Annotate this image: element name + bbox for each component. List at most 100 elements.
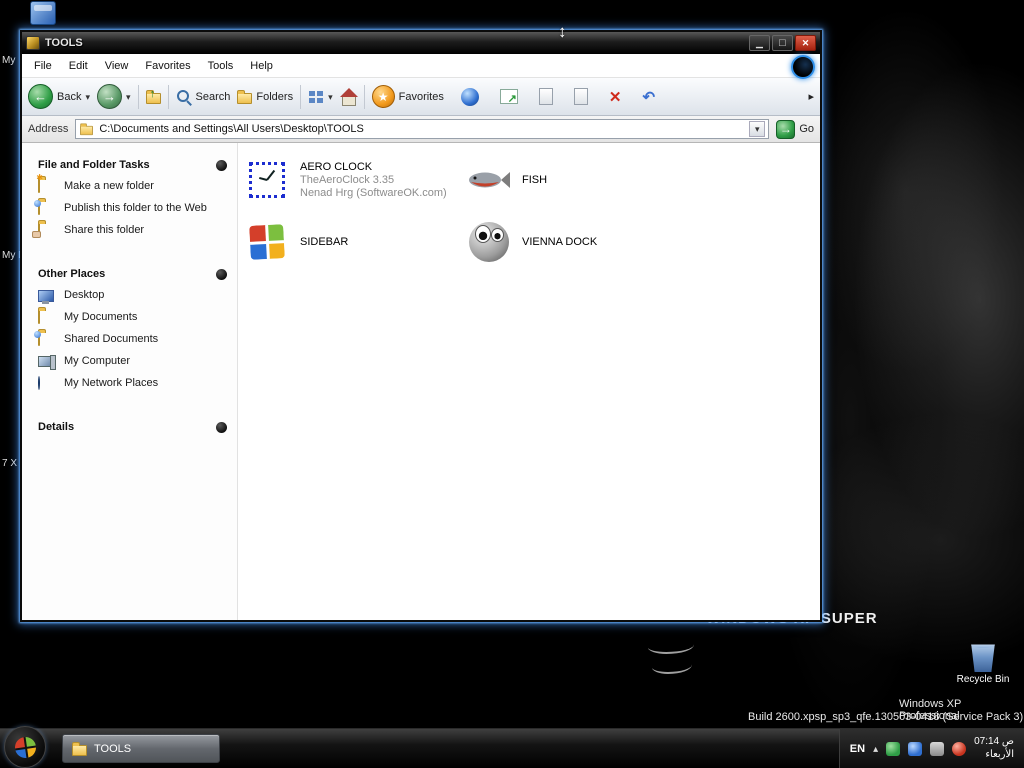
file-tasks-header[interactable]: File and Folder Tasks: [38, 159, 227, 171]
desktop-icon: [38, 289, 55, 305]
back-button[interactable]: Back: [28, 84, 90, 109]
task-share-folder[interactable]: Share this folder: [38, 223, 227, 240]
menu-help[interactable]: Help: [250, 60, 273, 72]
mouse-cursor: ↕: [558, 22, 567, 41]
shared-documents-icon: [38, 332, 40, 346]
forward-icon: [97, 84, 122, 109]
tray-volume-icon[interactable]: [930, 741, 945, 756]
menu-view[interactable]: View: [105, 60, 129, 72]
back-label: Back: [57, 90, 82, 103]
collapse-toggle-icon[interactable]: [216, 268, 227, 280]
place-desktop[interactable]: Desktop: [38, 289, 227, 305]
place-my-documents[interactable]: My Documents: [38, 310, 227, 327]
up-button[interactable]: [145, 88, 161, 104]
search-icon: [176, 89, 192, 105]
delete-icon[interactable]: [609, 88, 622, 106]
menu-file[interactable]: File: [34, 60, 52, 72]
views-dropdown-icon[interactable]: [328, 91, 333, 103]
search-button[interactable]: Search: [176, 89, 230, 105]
collapse-toggle-icon[interactable]: [216, 421, 227, 433]
tray-expand-icon[interactable]: [873, 743, 878, 755]
documents-icon: [38, 310, 40, 324]
taskbar: TOOLS EN 07:14 ص الأربعاء: [0, 726, 1024, 768]
task-publish-folder[interactable]: Publish this folder to the Web: [38, 201, 227, 218]
section-title: File and Folder Tasks: [38, 159, 150, 171]
toolbar: Back Search Folders Fa: [22, 78, 820, 116]
desktop-scribble: [648, 638, 700, 678]
taskbar-button-label: TOOLS: [94, 742, 132, 755]
close-button[interactable]: [795, 35, 816, 51]
task-make-new-folder[interactable]: Make a new folder: [38, 179, 227, 196]
other-places-header[interactable]: Other Places: [38, 268, 227, 280]
views-button[interactable]: [308, 89, 333, 105]
section-title: Details: [38, 421, 75, 433]
forward-button[interactable]: [97, 84, 131, 109]
menu-bar: File Edit View Favorites Tools Help: [22, 54, 820, 79]
go-button[interactable]: Go: [776, 119, 814, 139]
task-pane: File and Folder Tasks Make a new folder …: [22, 143, 238, 620]
taskbar-folder-icon: [72, 742, 87, 756]
section-title: Other Places: [38, 268, 106, 280]
maximize-button[interactable]: [772, 35, 793, 51]
place-label: My Documents: [64, 311, 138, 323]
tray-alert-icon[interactable]: [952, 741, 967, 756]
tray-shield-icon[interactable]: [886, 741, 901, 756]
task-label: Make a new folder: [64, 180, 154, 192]
menu-tools[interactable]: Tools: [208, 60, 234, 72]
menu-edit[interactable]: Edit: [69, 60, 88, 72]
theme-logo-icon: [791, 55, 815, 79]
file-name: VIENNA DOCK: [522, 236, 598, 248]
recycle-bin[interactable]: Recycle Bin: [955, 640, 1011, 685]
computer-icon: [38, 355, 56, 371]
address-dropdown-icon[interactable]: [749, 121, 766, 137]
taskbar-clock[interactable]: 07:14 ص الأربعاء: [974, 736, 1014, 761]
favorites-button[interactable]: Favorites: [371, 85, 444, 108]
start-button[interactable]: [4, 726, 46, 768]
favorites-star-icon: [371, 85, 395, 108]
new-folder-icon: [38, 179, 40, 193]
file-item-vienna-dock[interactable]: VIENNA DOCK: [466, 219, 688, 265]
folders-label: Folders: [256, 90, 294, 103]
file-tasks-section: File and Folder Tasks Make a new folder …: [38, 159, 227, 240]
address-path[interactable]: C:\Documents and Settings\All Users\Desk…: [99, 123, 744, 135]
undo-icon[interactable]: [642, 88, 655, 106]
place-label: Desktop: [64, 289, 105, 301]
title-bar[interactable]: TOOLS: [22, 32, 820, 54]
taskbar-button-tools[interactable]: TOOLS: [62, 734, 220, 763]
file-item-sidebar[interactable]: SIDEBAR: [244, 219, 466, 265]
address-folder-icon: [80, 122, 94, 135]
file-name: SIDEBAR: [300, 236, 349, 248]
desktop-icon-label[interactable]: 7 X: [2, 458, 17, 469]
home-button[interactable]: [339, 87, 358, 106]
window-title: TOOLS: [45, 37, 83, 49]
place-label: Shared Documents: [64, 333, 159, 345]
place-my-computer[interactable]: My Computer: [38, 355, 227, 371]
publish-folder-icon: [38, 201, 40, 215]
forward-dropdown-icon[interactable]: [126, 91, 131, 103]
document-icon[interactable]: [538, 88, 553, 105]
file-item-fish[interactable]: FISH: [466, 157, 688, 203]
language-indicator[interactable]: EN: [850, 743, 865, 755]
address-input[interactable]: C:\Documents and Settings\All Users\Desk…: [75, 119, 770, 139]
recycle-bin-icon[interactable]: [971, 644, 995, 672]
desktop-icon-label[interactable]: My: [2, 55, 15, 66]
tray-network-icon[interactable]: [908, 741, 923, 756]
file-item-aero-clock[interactable]: AERO CLOCK TheAeroClock 3.35 Nenad Hrg (…: [244, 157, 466, 203]
export-icon[interactable]: [499, 89, 518, 105]
globe-icon[interactable]: [460, 87, 479, 106]
copy-icon[interactable]: [573, 88, 588, 105]
folders-button[interactable]: Folders: [237, 89, 293, 104]
fish-icon: [469, 172, 510, 188]
collapse-toggle-icon[interactable]: [216, 159, 227, 171]
task-label: Share this folder: [64, 224, 145, 236]
place-shared-documents[interactable]: Shared Documents: [38, 332, 227, 349]
details-header[interactable]: Details: [38, 421, 227, 433]
place-my-network[interactable]: My Network Places: [38, 376, 227, 393]
desktop-shortcut-icon[interactable]: [30, 1, 56, 25]
toolbar-overflow-chevron[interactable]: [808, 90, 814, 103]
back-dropdown-icon[interactable]: [85, 91, 90, 103]
menu-favorites[interactable]: Favorites: [145, 60, 190, 72]
file-name: FISH: [522, 174, 548, 186]
clock-time: 07:14 ص: [974, 736, 1014, 747]
minimize-button[interactable]: [749, 35, 770, 51]
